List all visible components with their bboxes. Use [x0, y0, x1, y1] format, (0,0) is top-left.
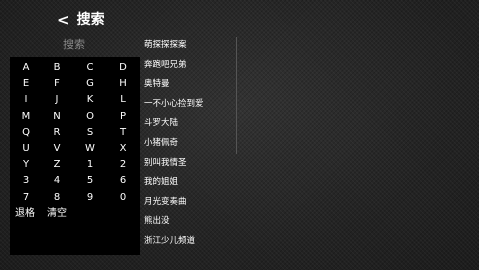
- result-item[interactable]: 浙江少儿频道: [144, 233, 244, 253]
- key-2[interactable]: 2: [111, 157, 135, 172]
- key-g[interactable]: G: [78, 76, 102, 91]
- key-v[interactable]: V: [45, 141, 69, 156]
- key-f[interactable]: F: [45, 76, 69, 91]
- search-input[interactable]: 搜索: [10, 36, 138, 54]
- key-p[interactable]: P: [111, 109, 135, 124]
- key-u[interactable]: U: [14, 141, 38, 156]
- result-item[interactable]: 萌探探探案: [144, 37, 244, 57]
- key-y[interactable]: Y: [14, 157, 38, 172]
- key-8[interactable]: 8: [45, 190, 69, 205]
- result-item[interactable]: 熊出没: [144, 213, 244, 233]
- key-l[interactable]: L: [111, 92, 135, 107]
- result-item[interactable]: 小猪佩奇: [144, 135, 244, 155]
- key-5[interactable]: 5: [78, 173, 102, 188]
- key-4[interactable]: 4: [45, 173, 69, 188]
- result-item[interactable]: 一不小心捡到爱: [144, 96, 244, 116]
- key-0[interactable]: 0: [111, 190, 135, 205]
- key-k[interactable]: K: [78, 92, 102, 107]
- key-9[interactable]: 9: [78, 190, 102, 205]
- key-o[interactable]: O: [78, 109, 102, 124]
- key-n[interactable]: N: [45, 109, 69, 124]
- key-w[interactable]: W: [78, 141, 102, 156]
- key-q[interactable]: Q: [14, 125, 38, 140]
- key-c[interactable]: C: [78, 60, 102, 75]
- key-z[interactable]: Z: [45, 157, 69, 172]
- result-item[interactable]: 别叫我情圣: [144, 155, 244, 175]
- back-icon[interactable]: <: [57, 10, 70, 30]
- key-i[interactable]: I: [14, 92, 38, 107]
- key-m[interactable]: M: [14, 109, 38, 124]
- key-s[interactable]: S: [78, 125, 102, 140]
- page-title: 搜索: [76, 12, 105, 28]
- result-item[interactable]: 月光变奏曲: [144, 194, 244, 214]
- key-7[interactable]: 7: [14, 190, 38, 205]
- delete-button[interactable]: 退格: [12, 206, 38, 221]
- search-results-list: 萌探探探案 奔跑吧兄弟 奥特曼 一不小心捡到爱 斗罗大陆 小猪佩奇 别叫我情圣 我的姐姐 月光变…: [144, 37, 244, 253]
- keyboard-panel: A B C D E F G H I J K L M N O P Q R S T U V W X Y Z 1 2 3 4 5 6 7 8 9 0 退格 清空: [10, 57, 140, 255]
- result-item[interactable]: 奔跑吧兄弟: [144, 57, 244, 77]
- key-a[interactable]: A: [14, 60, 38, 75]
- result-item[interactable]: 我的姐姐: [144, 174, 244, 194]
- result-item[interactable]: 斗罗大陆: [144, 115, 244, 135]
- key-6[interactable]: 6: [111, 173, 135, 188]
- key-x[interactable]: X: [111, 141, 135, 156]
- key-h[interactable]: H: [111, 76, 135, 91]
- key-e[interactable]: E: [14, 76, 38, 91]
- clear-button[interactable]: 清空: [44, 206, 70, 221]
- header: < 搜索: [57, 10, 105, 30]
- key-3[interactable]: 3: [14, 173, 38, 188]
- key-b[interactable]: B: [45, 60, 69, 75]
- result-item[interactable]: 奥特曼: [144, 76, 244, 96]
- key-t[interactable]: T: [111, 125, 135, 140]
- key-j[interactable]: J: [45, 92, 69, 107]
- key-r[interactable]: R: [45, 125, 69, 140]
- key-d[interactable]: D: [111, 60, 135, 75]
- key-1[interactable]: 1: [78, 157, 102, 172]
